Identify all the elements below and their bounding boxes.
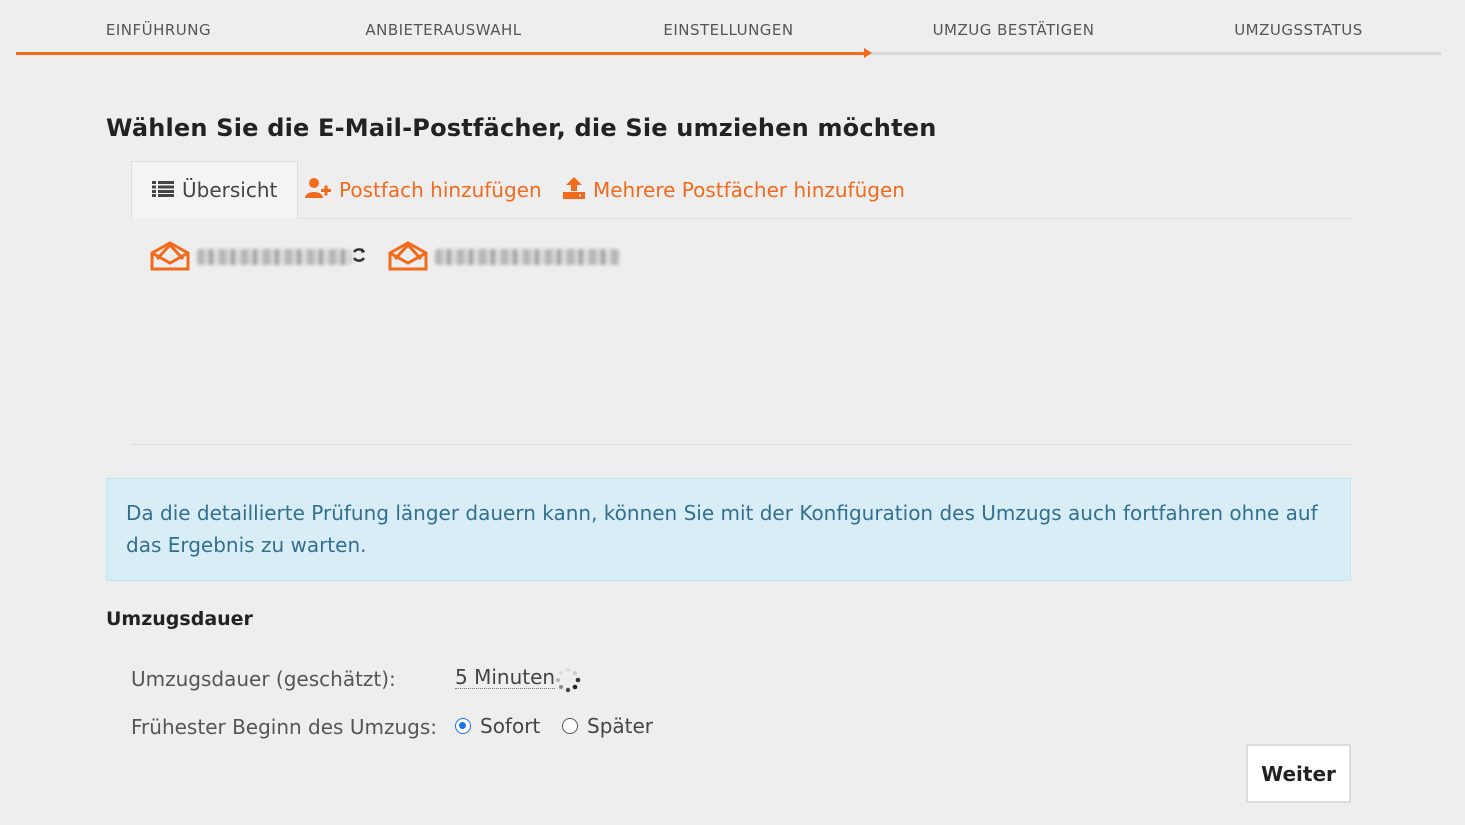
radio-button-checked[interactable] — [455, 718, 471, 734]
info-alert: Da die detaillierte Prüfung länger dauer… — [106, 478, 1351, 581]
radio-spaeter-label: Später — [587, 714, 654, 738]
wizard-steps: EINFÜHRUNG ANBIETERAUSWAHL EINSTELLUNGEN… — [16, 0, 1441, 60]
mailbox-tabs: Übersicht Postfach hinzufügen Mehrere Po… — [131, 161, 1351, 219]
duration-heading: Umzugsdauer — [106, 608, 253, 630]
start-time-label: Frühester Beginn des Umzugs: — [131, 715, 437, 739]
radio-sofort[interactable]: Sofort — [455, 714, 540, 738]
radio-sofort-label: Sofort — [480, 714, 541, 738]
radio-button-unchecked[interactable] — [562, 718, 578, 734]
step-anbieterauswahl: ANBIETERAUSWAHL — [365, 21, 522, 39]
estimated-duration-value[interactable]: 5 Minuten — [455, 666, 556, 689]
mailbox-list — [131, 219, 1351, 445]
add-user-icon — [305, 177, 331, 203]
tab-add-multiple-label: Mehrere Postfächer hinzufügen — [593, 178, 905, 202]
progress-arrow-icon — [864, 48, 872, 58]
radio-spaeter[interactable]: Später — [562, 714, 653, 738]
step-umzug-bestaetigen: UMZUG BESTÄTIGEN — [932, 21, 1095, 39]
tab-add-mailbox[interactable]: Postfach hinzufügen — [305, 161, 542, 219]
tab-overview[interactable]: Übersicht — [131, 161, 299, 219]
list-icon — [152, 178, 174, 202]
tab-add-mailbox-label: Postfach hinzufügen — [339, 178, 542, 202]
mailbox-address-redacted — [435, 249, 620, 265]
mail-open-icon — [387, 239, 429, 275]
tab-add-multiple-mailboxes[interactable]: Mehrere Postfächer hinzufügen — [563, 161, 905, 219]
loading-spinner-icon — [554, 667, 582, 693]
estimated-duration-label: Umzugsdauer (geschätzt): — [131, 667, 396, 691]
step-einstellungen: EINSTELLUNGEN — [663, 21, 794, 39]
mailbox-address-redacted — [197, 249, 352, 265]
step-umzugsstatus: UMZUGSSTATUS — [1234, 21, 1363, 39]
upload-icon — [563, 176, 585, 204]
refresh-icon — [352, 246, 366, 268]
page-title: Wählen Sie die E-Mail-Postfächer, die Si… — [106, 114, 937, 142]
mailbox-item[interactable] — [387, 239, 620, 275]
next-button[interactable]: Weiter — [1246, 744, 1351, 803]
mailbox-item[interactable] — [149, 239, 366, 275]
mail-open-icon — [149, 239, 191, 275]
step-einfuehrung: EINFÜHRUNG — [105, 21, 212, 39]
tab-overview-label: Übersicht — [182, 178, 278, 202]
progress-bar — [16, 52, 866, 55]
